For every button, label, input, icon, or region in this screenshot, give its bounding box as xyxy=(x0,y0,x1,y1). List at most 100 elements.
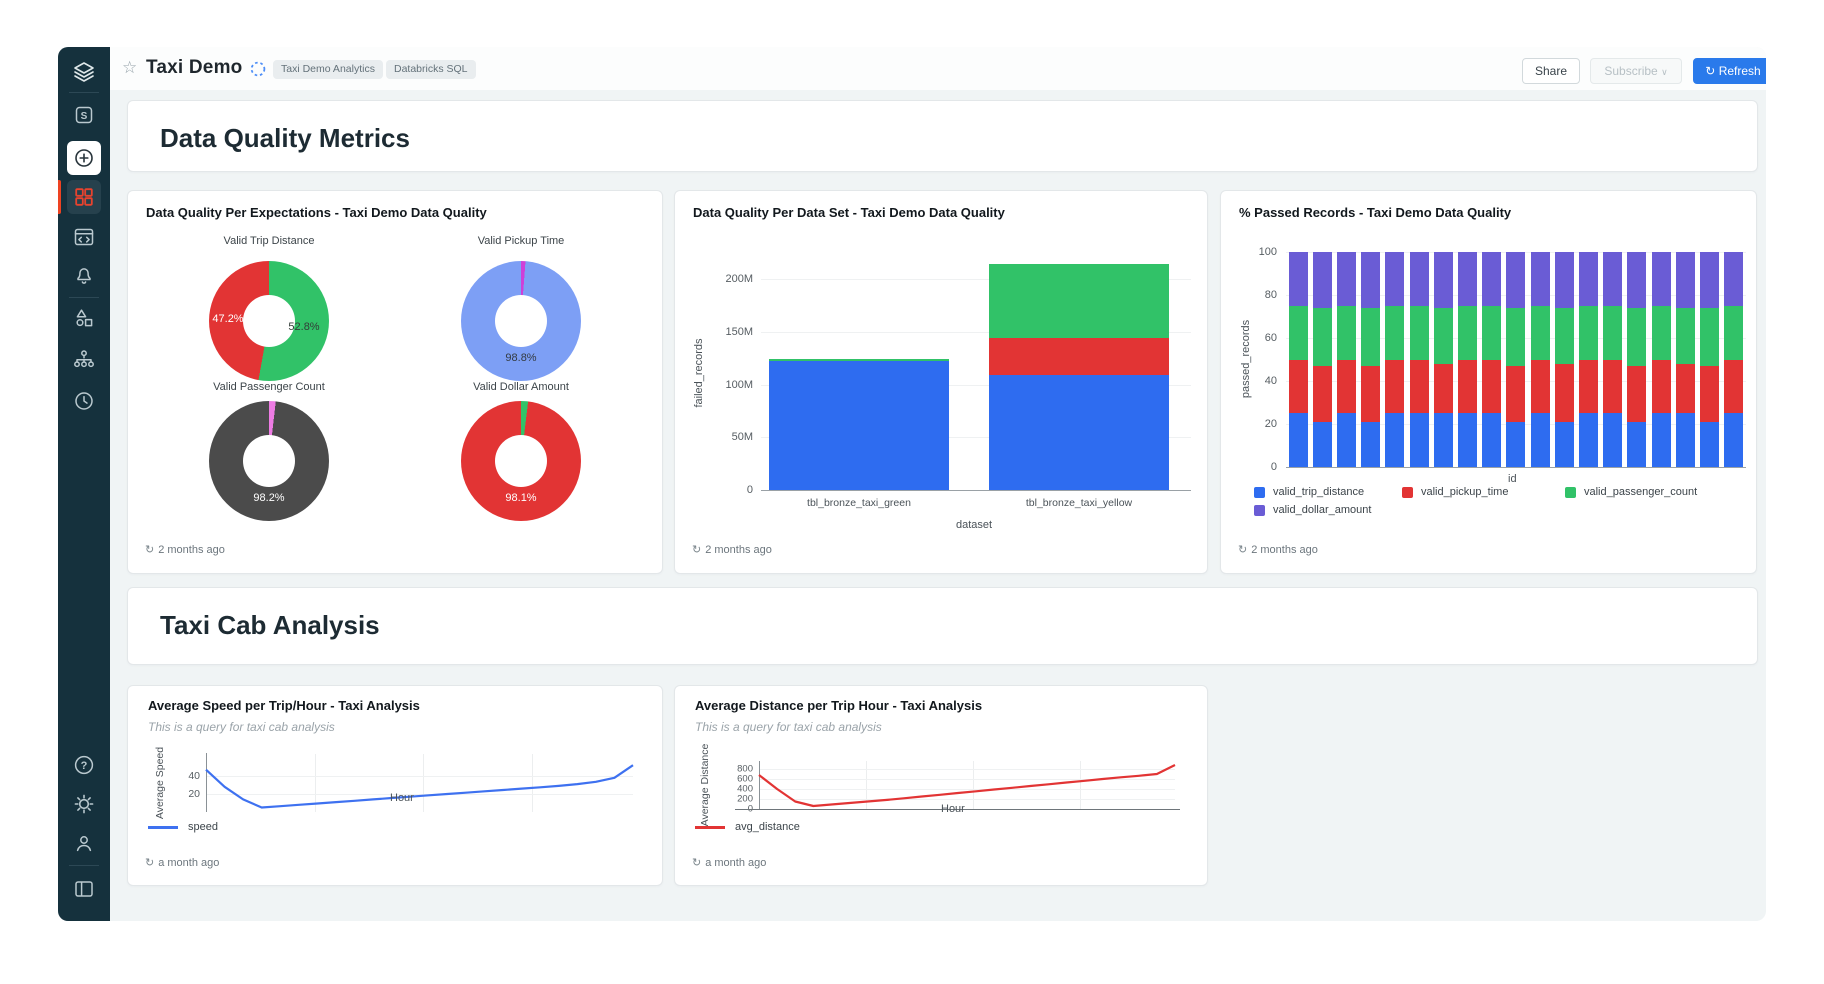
sidebar-item-settings[interactable] xyxy=(67,787,101,821)
legend-label: valid_trip_distance xyxy=(1273,486,1364,498)
bar-segment xyxy=(1289,252,1308,306)
bar-segment xyxy=(1531,252,1550,306)
shapes-icon xyxy=(72,306,96,330)
panel-updated: ↻a month ago xyxy=(692,856,766,869)
legend-label: valid_passenger_count xyxy=(1584,486,1697,498)
bar-segment xyxy=(1579,413,1598,467)
legend-item[interactable]: valid_pickup_time xyxy=(1402,486,1565,498)
svg-text:S: S xyxy=(81,111,88,122)
bar-segment xyxy=(1627,252,1646,308)
legend-item[interactable]: valid_dollar_amount xyxy=(1254,504,1402,516)
bar-segment xyxy=(1627,366,1646,422)
databricks-dashboard-window: S xyxy=(58,47,1766,921)
donut-chart: 98.8% xyxy=(461,261,581,381)
bar-segment xyxy=(1458,252,1477,306)
bar-segment xyxy=(1506,308,1525,366)
donut-value-label: 98.1% xyxy=(505,492,536,504)
sidebar-item-panel-toggle[interactable] xyxy=(67,872,101,906)
panel-average-speed: Average Speed per Trip/Hour - Taxi Analy… xyxy=(127,685,663,886)
panel-updated: ↻2 months ago xyxy=(145,543,225,556)
bar-segment xyxy=(1434,308,1453,364)
refresh-icon: ↻ xyxy=(145,544,154,556)
bar-segment xyxy=(1676,308,1695,364)
panel-updated: ↻2 months ago xyxy=(1238,543,1318,556)
bar-segment xyxy=(1337,306,1356,360)
bar-segment xyxy=(1482,306,1501,360)
x-axis-line xyxy=(1286,467,1746,468)
sidebar-item-sql-editor[interactable] xyxy=(67,220,101,254)
refresh-button[interactable]: ↻ Refresh xyxy=(1693,58,1766,84)
share-button[interactable]: Share xyxy=(1522,58,1580,84)
donut-hole xyxy=(495,435,547,487)
donut-chart-title: Valid Passenger Count xyxy=(213,381,325,393)
sidebar-item-alerts[interactable] xyxy=(67,258,101,292)
panel-updated: ↻a month ago xyxy=(145,856,219,869)
bar-segment xyxy=(1555,364,1574,422)
donut-hole xyxy=(243,435,295,487)
bar-segment xyxy=(1410,306,1429,360)
bar-segment xyxy=(1361,366,1380,422)
bar-segment xyxy=(1652,306,1671,360)
sidebar-item-dashboards[interactable] xyxy=(67,180,101,214)
bar-segment xyxy=(1627,308,1646,366)
sidebar-item-queries[interactable] xyxy=(67,301,101,335)
donut-chart-title: Valid Dollar Amount xyxy=(473,381,569,393)
favorite-star-icon[interactable]: ☆ xyxy=(122,58,137,78)
sidebar-divider xyxy=(69,297,99,298)
bar-segment xyxy=(1289,360,1308,414)
bar-segment xyxy=(1627,422,1646,467)
bar-segment xyxy=(989,375,1169,490)
bar-segment xyxy=(1482,252,1501,306)
x-category-label: tbl_bronze_taxi_yellow xyxy=(1026,497,1132,509)
donut-hole xyxy=(243,295,295,347)
sidebar-item-home[interactable] xyxy=(67,55,101,89)
bar-segment xyxy=(1410,413,1429,467)
bar-segment xyxy=(1361,422,1380,467)
sidebar-item-lineage[interactable] xyxy=(67,343,101,377)
bar-segment xyxy=(1482,360,1501,414)
bar-segment xyxy=(1676,413,1695,467)
bar-segment xyxy=(1531,360,1550,414)
legend-item[interactable]: speed xyxy=(148,821,218,833)
bar-segment xyxy=(769,359,949,361)
legend-item[interactable]: valid_passenger_count xyxy=(1565,486,1697,498)
bar-segment xyxy=(1700,366,1719,422)
donut-value-label: 98.2% xyxy=(253,492,284,504)
refresh-icon: ↻ xyxy=(145,857,154,869)
legend-item[interactable]: avg_distance xyxy=(695,821,800,833)
donut-chart: 98.1% xyxy=(461,401,581,521)
legend-line-swatch xyxy=(148,826,178,829)
bar-segment xyxy=(1434,252,1453,308)
panel-toggle-icon xyxy=(72,877,96,901)
panel-title: Data Quality Per Data Set - Taxi Demo Da… xyxy=(693,205,1005,220)
sidebar-item-query-history[interactable] xyxy=(67,384,101,418)
bar-segment xyxy=(1458,360,1477,414)
refresh-icon: ↻ xyxy=(1238,544,1247,556)
donut-chart: 98.2% xyxy=(209,401,329,521)
sidebar-item-create[interactable] xyxy=(67,141,101,175)
y-tick-label: 0 xyxy=(683,484,753,496)
bar-segment xyxy=(1555,422,1574,467)
bar-segment xyxy=(1385,413,1404,467)
legend-item[interactable]: valid_trip_distance xyxy=(1254,486,1402,498)
bar-segment xyxy=(1603,306,1622,360)
sidebar-item-help[interactable]: ? xyxy=(67,748,101,782)
databricks-logo-icon xyxy=(72,60,96,84)
bar-segment xyxy=(1385,360,1404,414)
sidebar-item-workspace[interactable]: S xyxy=(67,98,101,132)
bar-segment xyxy=(1603,252,1622,306)
bar-segment xyxy=(1434,413,1453,467)
sidebar-item-user[interactable] xyxy=(67,826,101,860)
subscribe-button[interactable]: Subscribe ∨ xyxy=(1590,58,1682,84)
svg-text:?: ? xyxy=(81,760,88,772)
y-tick-label: 200M xyxy=(683,273,753,285)
y-axis-title: passed_records xyxy=(1240,320,1252,398)
bar-segment xyxy=(1700,252,1719,308)
donut-value-label: 52.8% xyxy=(288,321,319,333)
donut-hole xyxy=(495,295,547,347)
y-tick-label: 80 xyxy=(1247,289,1277,301)
bar-segment xyxy=(1385,306,1404,360)
y-tick-label: 20 xyxy=(1247,418,1277,430)
legend-label: avg_distance xyxy=(735,821,800,833)
bar-segment xyxy=(1531,306,1550,360)
